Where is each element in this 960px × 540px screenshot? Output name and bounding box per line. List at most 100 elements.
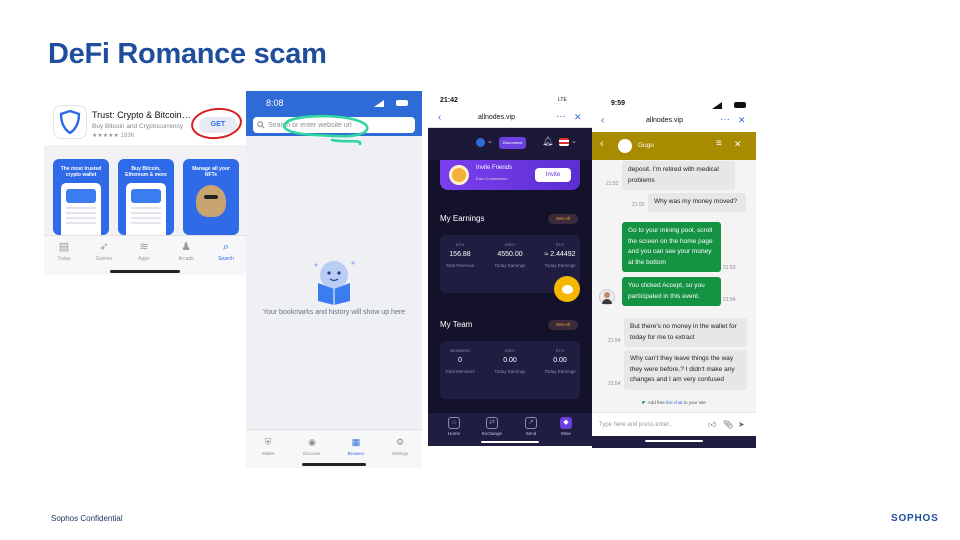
tab-wallet[interactable]: ⛨ Wallet xyxy=(248,437,288,456)
chat-bubble-button[interactable] xyxy=(554,276,580,302)
empty-state-text: Your bookmarks and history will show up … xyxy=(262,309,406,316)
tab-arcade[interactable]: ♟ Arcade xyxy=(170,240,202,262)
signal-icon xyxy=(712,102,722,109)
message-time: 21:54 xyxy=(723,297,736,303)
stat-caption: Today Earnings xyxy=(544,263,576,268)
chevron-down-icon[interactable]: ⌄ xyxy=(571,137,577,145)
send-icon[interactable]: ➤ xyxy=(738,420,745,429)
url-text[interactable]: allnodes.vip xyxy=(478,114,515,121)
earnings-col-1: ETH 156.88 Total Revenue xyxy=(440,242,480,268)
team-see-all-button[interactable]: See All xyxy=(548,320,578,330)
network-icon[interactable] xyxy=(476,138,485,147)
tab-today[interactable]: ▤ Today xyxy=(48,240,80,262)
stat-caption: Total Members xyxy=(445,369,475,374)
battery-icon xyxy=(734,102,746,108)
app-name[interactable]: Trust: Crypto & Bitcoin… xyxy=(92,110,191,120)
status-icons xyxy=(712,101,746,109)
more-icon[interactable]: ··· xyxy=(556,111,566,122)
app-rating: ★★★★★ 193K xyxy=(92,133,135,139)
menu-icon[interactable]: ≡ xyxy=(716,138,722,149)
search-icon: ⌕ xyxy=(222,241,230,253)
home-indicator xyxy=(645,440,703,442)
home-icon: ⌂ xyxy=(448,417,460,429)
trust-wallet-app-icon[interactable] xyxy=(53,105,87,139)
tab-browser[interactable]: ▦ Browser xyxy=(336,437,376,456)
earnings-see-all-button[interactable]: See All xyxy=(548,214,578,224)
tab-label: Wallet xyxy=(261,451,275,456)
tab-label: Settings xyxy=(391,451,409,456)
attachment-icon[interactable]: 📎︎ xyxy=(723,420,733,429)
disconnect-button[interactable]: Disconnect xyxy=(499,137,526,149)
avatar xyxy=(618,139,632,153)
bell-icon[interactable]: 🔔︎ xyxy=(542,136,553,147)
message-time: 21:53 xyxy=(723,265,736,271)
nav-home[interactable]: ⌂ Home xyxy=(439,417,469,436)
tab-label: Search xyxy=(218,256,234,262)
team-col-1: MEMBERS 0 Total Members xyxy=(440,348,480,374)
nav-send[interactable]: ↗ Send xyxy=(516,417,546,436)
invite-button[interactable]: Invite xyxy=(535,168,571,182)
back-icon[interactable]: ‹ xyxy=(601,115,604,126)
url-bar: ‹ allnodes.vip ··· ✕ xyxy=(592,110,756,132)
bottom-band xyxy=(592,436,756,448)
livechat-link[interactable]: live chat xyxy=(666,400,683,405)
language-flag-icon[interactable] xyxy=(559,138,569,146)
app-listing: Trust: Crypto & Bitcoin… Buy Bitcoin and… xyxy=(44,91,246,145)
url-text[interactable]: allnodes.vip xyxy=(646,117,683,124)
app-screenshot-2[interactable]: Buy Bitcoin, Ethereum & more xyxy=(118,159,174,235)
chat-header: ‹ Gugu ≡ ✕ xyxy=(592,132,756,160)
back-icon[interactable]: ‹ xyxy=(600,138,604,150)
livechat-text: to your site xyxy=(683,400,706,405)
dapp-header: ⌄ Disconnect 🔔︎ ⌄ xyxy=(428,128,592,160)
stat-value: 0.00 xyxy=(503,357,517,364)
close-icon[interactable]: ✕ xyxy=(734,139,742,150)
tab-settings[interactable]: ⚙ Settings xyxy=(380,437,420,456)
chat-message-incoming: deposit. I'm retired with medical proble… xyxy=(622,161,735,190)
thumbs-up-icon[interactable]: 👍︎ xyxy=(708,420,716,430)
close-icon[interactable]: ✕ xyxy=(738,115,746,126)
stat-key: USDT xyxy=(504,348,516,353)
tab-label: Arcade xyxy=(178,256,194,262)
invite-title: Invite Friends xyxy=(476,165,513,171)
app-screenshot-3[interactable]: Manage all your NFTs xyxy=(183,159,239,235)
compass-icon: ◉ xyxy=(308,437,316,447)
more-icon[interactable]: ··· xyxy=(720,114,730,125)
phone-mockup xyxy=(126,183,166,235)
team-card: MEMBERS 0 Total Members USDT 0.00 Today … xyxy=(440,341,580,399)
earnings-title: My Earnings xyxy=(440,214,485,223)
nav-label: Mine xyxy=(561,431,571,436)
close-icon[interactable]: ✕ xyxy=(574,112,582,123)
home-indicator xyxy=(110,270,180,273)
tab-search[interactable]: ⌕ Search xyxy=(210,240,242,262)
status-time: 9:59 xyxy=(611,100,626,107)
stat-value: ≈ 2.44492 xyxy=(544,251,576,258)
nav-exchange[interactable]: ⇄ Exchange xyxy=(477,417,507,436)
back-icon[interactable]: ‹ xyxy=(438,112,441,123)
screenshot-caption: Manage all your NFTs xyxy=(192,166,230,178)
allnodes-dashboard-screenshot: 21:42 LTE ‹ allnodes.vip ··· ✕ ⌄ Disconn… xyxy=(428,91,592,446)
tab-apps[interactable]: ≋ Apps xyxy=(128,240,160,262)
mine-icon: ◆ xyxy=(560,417,572,429)
earnings-col-3: ETH ≈ 2.44492 Today Earnings xyxy=(540,242,580,268)
message-input[interactable]: Type here and press enter.. xyxy=(599,422,672,428)
nav-mine[interactable]: ◆ Mine xyxy=(551,417,581,436)
layers-icon: ≋ xyxy=(139,241,149,253)
livechat-branding: ◤ Add free live chat to your site xyxy=(592,400,756,406)
tab-games[interactable]: ➶ Games xyxy=(88,240,120,262)
wallet-browser-screenshot: 8:08 Search or enter website url Your bo… xyxy=(246,91,422,468)
chevron-down-icon[interactable]: ⌄ xyxy=(487,137,493,145)
stat-caption: Today Earnings xyxy=(494,369,526,374)
agent-avatar xyxy=(599,289,615,305)
phone-mockup xyxy=(61,183,101,235)
screenshot-caption: The most trusted crypto wallet xyxy=(60,166,102,178)
shield-icon xyxy=(59,110,81,134)
chat-message-outgoing: Go to your mining pool, scroll the scree… xyxy=(622,222,721,272)
stat-caption: Total Revenue xyxy=(445,263,475,268)
agent-name: Gugu xyxy=(638,142,654,149)
tab-label: Games xyxy=(95,256,113,262)
message-time: 21:54 xyxy=(608,338,621,344)
tab-discover[interactable]: ◉ Discover xyxy=(292,437,332,456)
carrier-label: LTE xyxy=(558,97,567,103)
app-screenshot-1[interactable]: The most trusted crypto wallet xyxy=(53,159,109,235)
coin-icon xyxy=(449,165,469,185)
